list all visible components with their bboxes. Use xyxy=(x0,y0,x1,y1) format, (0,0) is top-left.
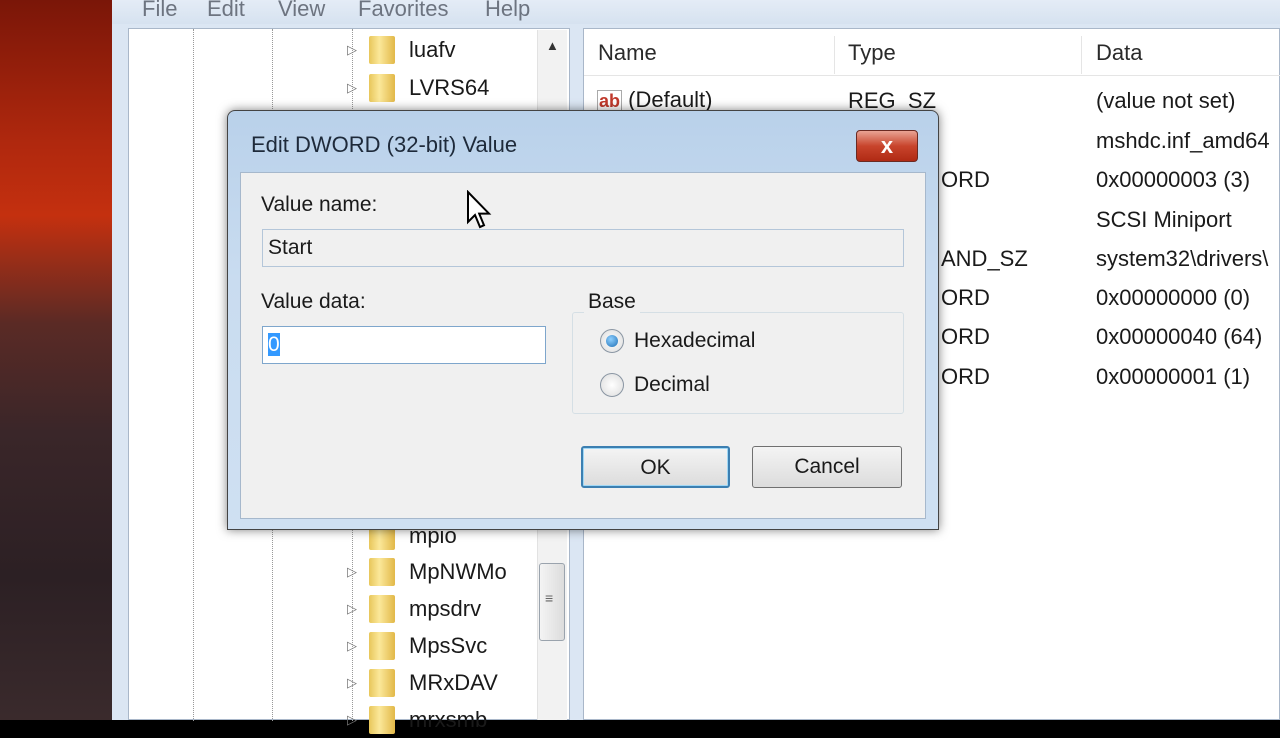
folder-icon xyxy=(369,632,395,660)
menu-bar: File Edit View Favorites Help xyxy=(112,0,1280,24)
value-name-label: Value name: xyxy=(261,193,378,216)
cancel-button[interactable]: Cancel xyxy=(752,446,902,488)
base-label: Base xyxy=(584,290,640,314)
value-type: ORD xyxy=(941,364,990,389)
menu-help[interactable]: Help xyxy=(485,0,530,22)
hexadecimal-label[interactable]: Hexadecimal xyxy=(634,329,755,353)
menu-file[interactable]: File xyxy=(142,0,177,22)
column-type[interactable]: Type xyxy=(848,40,896,66)
expand-icon[interactable]: ▷ xyxy=(347,80,361,96)
folder-icon xyxy=(369,36,395,64)
list-header: Name Type Data xyxy=(584,36,1280,76)
scrollbar-thumb[interactable]: ≡ xyxy=(539,563,565,641)
tree-line xyxy=(193,29,194,721)
value-type: ORD xyxy=(941,285,990,310)
tree-item[interactable]: ▷ MpNWMo xyxy=(347,554,507,590)
tree-item[interactable]: ▷ mrxsmb xyxy=(347,702,487,738)
menu-favorites[interactable]: Favorites xyxy=(358,0,448,22)
value-data-label: Value data: xyxy=(261,290,366,313)
tree-item-label: mrxsmb xyxy=(409,707,488,732)
expand-icon[interactable]: ▷ xyxy=(347,712,361,728)
tree-item[interactable]: ▷ mpsdrv xyxy=(347,591,481,627)
grip-icon: ≡ xyxy=(545,590,554,606)
value-name: (Default) xyxy=(628,87,713,112)
dialog-title: Edit DWORD (32-bit) Value xyxy=(251,132,518,157)
tree-item-label: mpsdrv xyxy=(409,596,482,621)
value-data-input[interactable]: 0 xyxy=(262,326,546,364)
folder-icon xyxy=(369,595,395,623)
tree-item-label: MpsSvc xyxy=(409,633,488,658)
menu-edit[interactable]: Edit xyxy=(207,0,245,22)
expand-icon[interactable]: ▷ xyxy=(347,601,361,617)
mouse-cursor-icon xyxy=(467,190,492,229)
value-data: 0x00000040 (64) xyxy=(1096,324,1263,349)
folder-icon xyxy=(369,669,395,697)
value-data-text: 0 xyxy=(268,333,280,356)
expand-icon[interactable]: ▷ xyxy=(347,675,361,691)
tree-item-label: LVRS64 xyxy=(409,75,490,100)
tree-item[interactable]: ▷ MRxDAV xyxy=(347,665,498,701)
base-groupbox xyxy=(572,312,904,414)
decimal-label[interactable]: Decimal xyxy=(634,373,710,397)
value-data: mshdc.inf_amd64 xyxy=(1096,128,1270,153)
desktop-wallpaper xyxy=(0,0,112,720)
value-type: AND_SZ xyxy=(941,246,1028,271)
value-data: system32\drivers\ xyxy=(1096,246,1269,271)
value-data: 0x00000000 (0) xyxy=(1096,285,1251,310)
close-button[interactable]: x xyxy=(856,130,918,162)
value-data: (value not set) xyxy=(1096,88,1236,113)
column-data[interactable]: Data xyxy=(1096,40,1142,66)
column-name[interactable]: Name xyxy=(598,40,657,66)
column-divider xyxy=(1081,36,1082,74)
tree-item[interactable]: ▷ LVRS64 xyxy=(347,70,489,106)
value-name-field[interactable]: Start xyxy=(262,229,904,267)
column-divider xyxy=(834,36,835,74)
scroll-up-icon[interactable]: ▲ xyxy=(546,38,559,53)
value-type: ORD xyxy=(941,324,990,349)
expand-icon[interactable]: ▷ xyxy=(347,42,361,58)
folder-icon xyxy=(369,706,395,734)
tree-item-label: MRxDAV xyxy=(409,670,498,695)
folder-icon xyxy=(369,558,395,586)
folder-icon xyxy=(369,74,395,102)
hexadecimal-radio[interactable] xyxy=(600,329,624,353)
expand-icon[interactable]: ▷ xyxy=(347,564,361,580)
tree-item-label: MpNWMo xyxy=(409,559,507,584)
value-data: 0x00000001 (1) xyxy=(1096,364,1251,389)
ok-button[interactable]: OK xyxy=(581,446,730,488)
tree-item-label: luafv xyxy=(409,37,456,62)
tree-item[interactable]: ▷ MpsSvc xyxy=(347,628,487,664)
expand-icon[interactable]: ▷ xyxy=(347,638,361,654)
value-data: SCSI Miniport xyxy=(1096,207,1232,232)
string-value-icon: ab xyxy=(597,90,623,112)
decimal-radio[interactable] xyxy=(600,373,624,397)
value-data: 0x00000003 (3) xyxy=(1096,167,1251,192)
menu-view[interactable]: View xyxy=(278,0,325,22)
value-type: ORD xyxy=(941,167,990,192)
tree-item[interactable]: ▷ luafv xyxy=(347,32,455,68)
